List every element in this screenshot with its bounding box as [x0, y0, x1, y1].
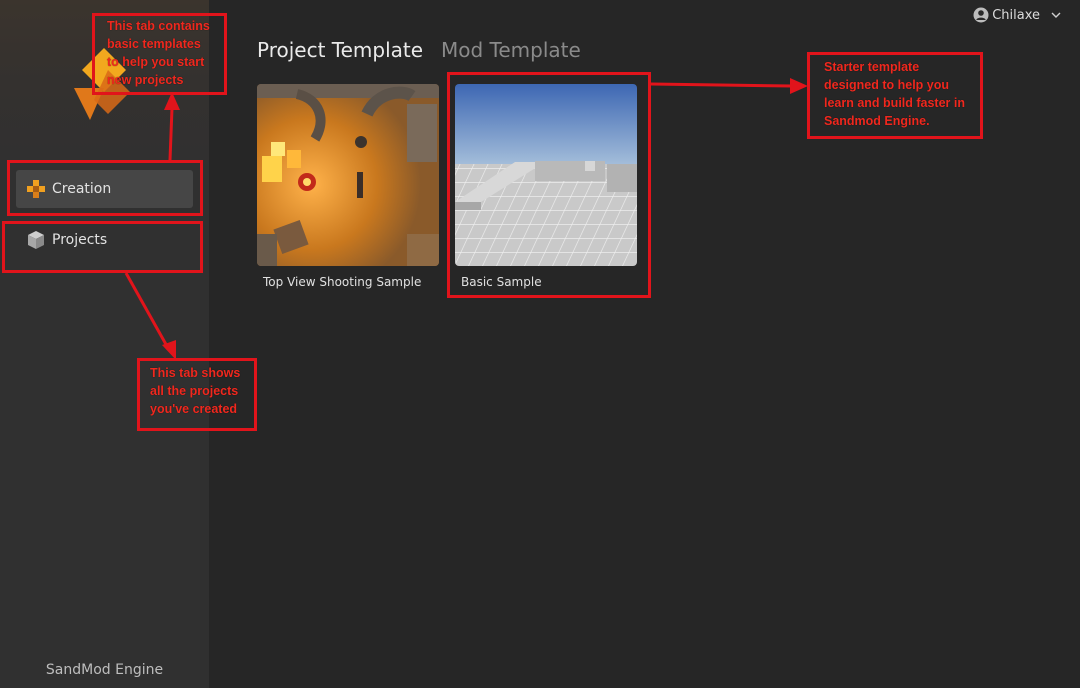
annotation-box-creation-tab — [7, 160, 203, 216]
user-circle-icon — [973, 7, 989, 23]
template-thumbnail — [257, 84, 439, 266]
annotation-box-basic-sample — [447, 72, 651, 298]
annotation-basic-sample: Starter template designed to help you le… — [824, 60, 965, 128]
chevron-down-icon[interactable] — [1050, 9, 1062, 21]
annotation-box-projects-tab — [2, 221, 203, 273]
tab-project-template[interactable]: Project Template — [257, 38, 423, 62]
template-label: Top View Shooting Sample — [263, 275, 422, 289]
sidebar: Creation Projects SandMod Engine — [0, 0, 209, 688]
user-menu[interactable]: Chilaxe — [973, 7, 1062, 23]
template-card-top-view-shooting[interactable]: Top View Shooting Sample — [257, 84, 439, 289]
tab-mod-template[interactable]: Mod Template — [441, 38, 581, 62]
annotation-projects-tab: This tab shows all the projects you've c… — [150, 366, 241, 416]
user-name: Chilaxe — [992, 7, 1040, 23]
annotation-creation-tab: This tab contains basic templates to hel… — [107, 19, 210, 87]
brand-name: SandMod Engine — [45, 662, 164, 678]
